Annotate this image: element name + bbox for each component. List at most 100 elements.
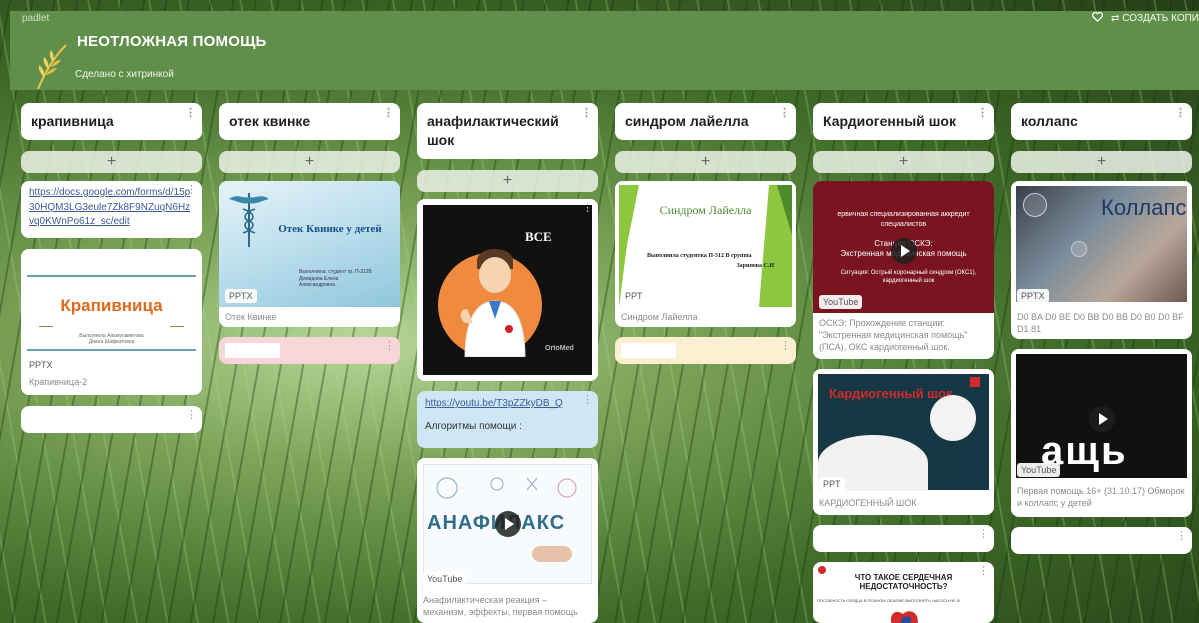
content-type-badge: PPTX: [29, 360, 53, 370]
kebab-menu-icon[interactable]: ⋮: [384, 341, 395, 352]
link-card[interactable]: ⋮ https://youtu.be/T3pZZkyDB_Q Алгоритмы…: [417, 391, 598, 448]
heart-organ-icon: [890, 611, 918, 623]
slide-thumbnail: Кардиогенный шок PPT: [813, 369, 994, 495]
add-post-button[interactable]: +: [21, 150, 202, 173]
empty-card[interactable]: ⋮: [813, 525, 994, 552]
kebab-menu-icon[interactable]: ⋮: [1176, 531, 1187, 542]
kebab-menu-icon[interactable]: ⋮: [779, 108, 790, 119]
board-subtitle: Сделано с хитринкой: [75, 69, 174, 80]
kebab-menu-icon[interactable]: ⋮: [977, 108, 988, 119]
column-title: анафилактический шок: [427, 113, 559, 148]
content-type-badge: YouTube: [819, 295, 863, 309]
kebab-menu-icon[interactable]: ⋮: [185, 108, 196, 119]
card-caption: Отек Квинке: [225, 312, 277, 322]
kebab-menu-icon[interactable]: ⋮: [582, 203, 593, 214]
add-post-button[interactable]: +: [417, 169, 598, 192]
column-header: анафилактический шок ⋮: [417, 103, 598, 159]
column-header: крапивница ⋮: [21, 103, 202, 140]
column-anafilaktichesky-shok: анафилактический шок ⋮ +: [417, 103, 598, 192]
image-card[interactable]: ВСЕ OrtoMed ⋮: [417, 199, 598, 381]
video-thumbnail: ащь YouTube: [1011, 349, 1192, 481]
board-header: padlet ⇄ СОЗДАТЬ КОПИ НЕОТЛОЖНАЯ ПОМОЩЬ …: [10, 11, 1199, 90]
slide-title: Синдром Лайелла: [659, 203, 752, 217]
kebab-menu-icon[interactable]: ⋮: [581, 108, 592, 119]
column-title: крапивница: [31, 113, 114, 129]
heart-icon[interactable]: [1092, 11, 1104, 25]
youtube-card[interactable]: ⋮ ервичная специализированная аккредит с…: [813, 181, 994, 359]
kebab-menu-icon[interactable]: ⋮: [186, 410, 197, 421]
slide-thumbnail: Коллапс PPTX: [1011, 181, 1192, 307]
slide-title: Коллапс: [1101, 195, 1187, 220]
add-post-button[interactable]: +: [615, 150, 796, 173]
card-caption: Первая помощь 16+ (31.10.17) Обморок и к…: [1017, 486, 1185, 509]
ppt-card[interactable]: ⋮ Синдром Лайелла Выполнила студентка П-…: [615, 181, 796, 327]
video-thumbnail: ервичная специализированная аккредит спе…: [813, 181, 994, 313]
link-card[interactable]: ⋮ https://docs.google.com/forms/d/15p30H…: [21, 181, 202, 238]
column-otek-kvinke: отек квинке ⋮ +: [219, 103, 400, 173]
content-type-badge: PPTX: [1017, 289, 1049, 303]
kebab-menu-icon[interactable]: ⋮: [186, 185, 197, 196]
column-title: синдром лайелла: [625, 113, 749, 129]
play-icon[interactable]: [1088, 406, 1115, 432]
content-type-badge: PPT: [819, 477, 845, 491]
header-actions: ⇄ СОЗДАТЬ КОПИ: [1092, 11, 1199, 25]
column-title: Кардиогенный шок: [823, 113, 956, 129]
empty-card[interactable]: ⋮: [21, 406, 202, 433]
kebab-menu-icon[interactable]: ⋮: [780, 341, 791, 352]
youtube-link[interactable]: https://youtu.be/T3pZZkyDB_Q: [417, 391, 598, 417]
slide-title: Крапивница: [60, 296, 163, 315]
ppt-card[interactable]: ⋮ Кардиогенный шок PPT КАРДИОГЕННЫЙ ШОК: [813, 369, 994, 515]
add-post-button[interactable]: +: [219, 150, 400, 173]
add-post-button[interactable]: +: [1011, 150, 1192, 173]
kebab-menu-icon[interactable]: ⋮: [978, 566, 989, 577]
column-header: Кардиогенный шок ⋮: [813, 103, 994, 140]
play-icon[interactable]: [890, 238, 917, 264]
slide-thumbnail: Крапивница Выполнила Альмухаметова Диана…: [21, 249, 202, 358]
slide-thumbnail: Отек Квинке у детей Выполнила: студент г…: [219, 181, 400, 307]
poster-title: ЧТО ТАКОЕ СЕРДЕЧНАЯ НЕДОСТАТОЧНОСТЬ?: [854, 573, 953, 591]
content-type-badge: PPTX: [225, 289, 257, 303]
content-type-badge: YouTube: [423, 572, 467, 586]
wheat-logo-icon: [37, 44, 67, 90]
padlet-brand[interactable]: padlet: [22, 13, 49, 24]
empty-card[interactable]: ⋮: [1011, 527, 1192, 554]
card-caption: ОСКЭ: Прохождение станции: "Экстренная м…: [819, 318, 968, 353]
column-title: отек квинке: [229, 113, 311, 129]
slide-thumbnail: Синдром Лайелла Выполнила студентка П-51…: [615, 181, 796, 307]
link-text: Алгоритмы помощи :: [425, 420, 522, 432]
pptx-card[interactable]: ⋮ Крапивница Выполнила Альмухаметова Диа…: [21, 249, 202, 395]
column-header: синдром лайелла ⋮: [615, 103, 796, 140]
card-caption: Синдром Лайелла: [621, 312, 698, 322]
add-post-button[interactable]: +: [813, 150, 994, 173]
caduceus-icon: [229, 193, 269, 247]
board-title: НЕОТЛОЖНАЯ ПОМОЩЬ: [77, 33, 267, 50]
video-thumbnail: АНАФИЛАКС YouTube: [417, 458, 598, 590]
slide-title: Кардиогенный шок: [829, 386, 953, 401]
column-krapivnitsa: крапивница ⋮ +: [21, 103, 202, 173]
forms-link[interactable]: https://docs.google.com/forms/d/15p30HQM…: [21, 181, 202, 235]
kebab-menu-icon[interactable]: ⋮: [1175, 108, 1186, 119]
kebab-menu-icon[interactable]: ⋮: [582, 395, 593, 406]
image-card[interactable]: ⋮ ЧТО ТАКОЕ СЕРДЕЧНАЯ НЕДОСТАТОЧНОСТЬ? П…: [813, 562, 994, 623]
doctor-icon: [460, 249, 526, 357]
play-icon[interactable]: [494, 511, 521, 537]
column-sindrom-laiella: синдром лайелла ⋮ +: [615, 103, 796, 173]
card-caption: КАРДИОГЕННЫЙ ШОК: [819, 498, 917, 508]
column-header: коллапс ⋮: [1011, 103, 1192, 140]
card-caption: Крапивница-2: [29, 377, 88, 387]
youtube-card[interactable]: ⋮ АНАФИЛАКС YouTube Анафилактическая реа…: [417, 458, 598, 623]
empty-yellow-card[interactable]: ⋮: [615, 337, 796, 364]
empty-pink-card[interactable]: ⋮: [219, 337, 400, 364]
kebab-menu-icon[interactable]: ⋮: [383, 108, 394, 119]
kebab-menu-icon[interactable]: ⋮: [978, 529, 989, 540]
column-kardiogenny-shok: Кардиогенный шок ⋮ +: [813, 103, 994, 173]
column-title: коллапс: [1021, 113, 1078, 129]
column-header: отек квинке ⋮: [219, 103, 400, 140]
pptx-card[interactable]: ⋮ Отек Квинке у детей Выполнила: студент…: [219, 181, 400, 327]
card-caption: D0 BA D0 BE D0 BB D0 BB D0 B0 D0 BF D1 8…: [1017, 312, 1184, 335]
doctor-image: ВСЕ OrtoMed ⋮: [417, 199, 598, 381]
create-copy-button[interactable]: ⇄ СОЗДАТЬ КОПИ: [1111, 13, 1199, 24]
youtube-card[interactable]: ⋮ ащь YouTube Первая помощь 16+ (31.10.1…: [1011, 349, 1192, 517]
pptx-card[interactable]: ⋮ Коллапс PPTX D0 BA D0 BE D0 BB D0 BB D…: [1011, 181, 1192, 339]
slide-title: Отек Квинке у детей: [278, 223, 382, 235]
